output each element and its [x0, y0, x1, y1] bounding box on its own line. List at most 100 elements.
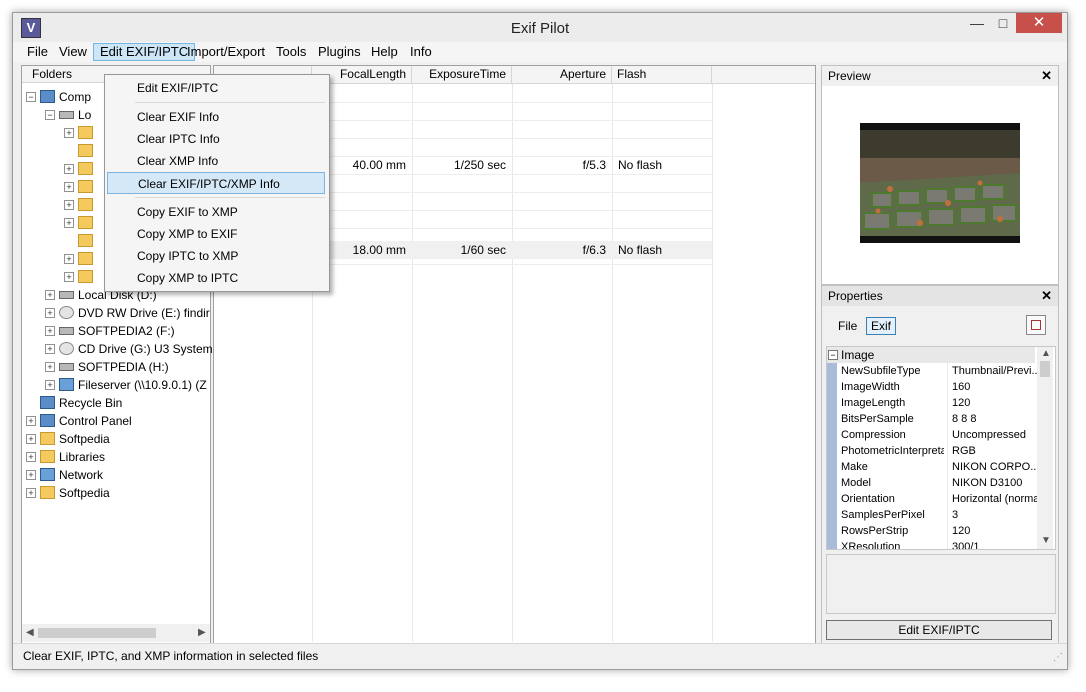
- folder-icon: [78, 252, 93, 265]
- export-icon-button[interactable]: [1026, 315, 1046, 335]
- tree-item-label: Recycle Bin: [59, 396, 123, 410]
- tree-item[interactable]: + Control Panel: [22, 412, 210, 430]
- scrollbar-thumb[interactable]: [1040, 361, 1050, 377]
- title-bar[interactable]: V Exif Pilot — □ ✕: [13, 13, 1067, 42]
- expand-icon[interactable]: +: [45, 344, 55, 354]
- property-row[interactable]: Make NIKON CORPO...: [839, 459, 1039, 475]
- property-row[interactable]: BitsPerSample 8 8 8: [839, 411, 1037, 427]
- column-header-exposuretime[interactable]: ExposureTime: [412, 66, 512, 83]
- menu-item-clear-exif[interactable]: Clear EXIF Info: [107, 106, 325, 128]
- menu-file[interactable]: File: [21, 44, 54, 60]
- monitor-icon: [40, 90, 55, 103]
- expand-icon[interactable]: +: [45, 308, 55, 318]
- property-row[interactable]: XResolution 300/1: [839, 539, 1037, 549]
- property-row[interactable]: ImageLength 120: [839, 395, 1037, 411]
- property-row[interactable]: Model NIKON D3100: [839, 475, 1037, 491]
- property-key: Model: [841, 477, 871, 489]
- tree-item-label: Network: [59, 468, 104, 482]
- menu-item-edit-exif-iptc[interactable]: Edit EXIF/IPTC: [107, 77, 325, 99]
- scroll-left-icon[interactable]: ◀: [26, 627, 34, 638]
- property-row[interactable]: RowsPerStrip 120: [839, 523, 1037, 539]
- collapse-icon[interactable]: −: [26, 92, 36, 102]
- menu-import-export[interactable]: Import/Export: [181, 44, 271, 60]
- folder-icon: [78, 198, 93, 211]
- property-row[interactable]: SamplesPerPixel 3: [839, 507, 1037, 523]
- scrollbar-thumb[interactable]: [38, 628, 156, 638]
- expand-icon[interactable]: +: [45, 362, 55, 372]
- edit-exif-iptc-button[interactable]: Edit EXIF/IPTC: [826, 620, 1052, 640]
- expand-icon[interactable]: +: [64, 182, 74, 192]
- expand-icon[interactable]: +: [26, 416, 36, 426]
- monitor-icon: [40, 396, 55, 409]
- expand-icon[interactable]: +: [64, 254, 74, 264]
- file-label: File: [838, 319, 858, 333]
- expand-icon[interactable]: +: [64, 200, 74, 210]
- property-value: NIKON CORPO...: [947, 459, 1039, 475]
- minimize-button[interactable]: —: [964, 13, 990, 33]
- expand-icon[interactable]: +: [26, 488, 36, 498]
- expand-icon[interactable]: +: [26, 470, 36, 480]
- property-row[interactable]: ImageWidth 160: [839, 379, 1037, 395]
- expand-icon[interactable]: +: [45, 290, 55, 300]
- menu-item-clear-iptc[interactable]: Clear IPTC Info: [107, 128, 325, 150]
- tree-item-label: SOFTPEDIA2 (F:): [78, 324, 175, 338]
- preview-close-icon[interactable]: ✕: [1041, 66, 1052, 86]
- maximize-button[interactable]: □: [990, 13, 1016, 33]
- preview-title: Preview ✕: [822, 66, 1058, 86]
- collapse-icon[interactable]: −: [45, 110, 55, 120]
- tree-item-label: Softpedia: [59, 432, 110, 446]
- scroll-right-icon[interactable]: ▶: [198, 627, 206, 638]
- tree-item[interactable]: + Network: [22, 466, 210, 484]
- expand-icon[interactable]: +: [64, 128, 74, 138]
- resize-grip-icon[interactable]: ⋰: [1053, 652, 1063, 663]
- tree-item[interactable]: Recycle Bin: [22, 394, 210, 412]
- expand-icon[interactable]: +: [45, 326, 55, 336]
- menu-help[interactable]: Help: [365, 44, 404, 60]
- scroll-down-icon[interactable]: ▼: [1041, 535, 1051, 546]
- exif-toggle[interactable]: Exif: [866, 317, 897, 335]
- property-row[interactable]: PhotometricInterpreta RGB: [839, 443, 1037, 459]
- column-header-aperture[interactable]: Aperture: [512, 66, 612, 83]
- export-icon: [1031, 320, 1041, 330]
- tree-item[interactable]: + SOFTPEDIA (H:): [22, 358, 210, 376]
- tree-horizontal-scrollbar[interactable]: ◀ ▶: [22, 624, 210, 642]
- scroll-up-icon[interactable]: ▲: [1041, 348, 1051, 359]
- property-row[interactable]: Orientation Horizontal (normal): [839, 491, 1039, 507]
- tree-item[interactable]: + SOFTPEDIA2 (F:): [22, 322, 210, 340]
- folder-icon: [40, 486, 55, 499]
- tree-item[interactable]: + CD Drive (G:) U3 System: [22, 340, 213, 358]
- property-scrollbar[interactable]: ▲ ▼: [1037, 347, 1053, 549]
- section-image-label: Image: [841, 348, 875, 362]
- property-row[interactable]: NewSubfileType Thumbnail/Previ...: [839, 363, 1039, 379]
- menu-item-copy-exif-to-xmp[interactable]: Copy EXIF to XMP: [107, 201, 325, 223]
- menu-tools[interactable]: Tools: [270, 44, 312, 60]
- collapse-icon[interactable]: −: [828, 350, 838, 360]
- menu-info[interactable]: Info: [404, 44, 438, 60]
- expand-icon[interactable]: +: [26, 434, 36, 444]
- menu-item-copy-xmp-to-iptc[interactable]: Copy XMP to IPTC: [107, 267, 325, 289]
- expand-icon[interactable]: +: [26, 452, 36, 462]
- menu-item-copy-iptc-to-xmp[interactable]: Copy IPTC to XMP: [107, 245, 325, 267]
- expand-icon[interactable]: +: [64, 164, 74, 174]
- menu-plugins[interactable]: Plugins: [312, 44, 367, 60]
- tree-item[interactable]: + Libraries: [22, 448, 210, 466]
- column-header-flash[interactable]: Flash: [612, 66, 712, 83]
- drive-icon: [59, 327, 74, 335]
- section-image[interactable]: − Image: [827, 347, 1035, 363]
- menu-view[interactable]: View: [53, 44, 93, 60]
- tree-item[interactable]: + Softpedia: [22, 484, 210, 502]
- expand-icon[interactable]: +: [45, 380, 55, 390]
- tree-item[interactable]: + DVD RW Drive (E:) findir: [22, 304, 210, 322]
- menu-edit-exif-iptc[interactable]: Edit EXIF/IPTC: [93, 43, 196, 61]
- menu-item-clear-all[interactable]: Clear EXIF/IPTC/XMP Info: [107, 172, 325, 194]
- expand-icon[interactable]: +: [64, 272, 74, 282]
- tree-item[interactable]: + Fileserver (\\10.9.0.1) (Z: [22, 376, 210, 394]
- tree-item[interactable]: + Softpedia: [22, 430, 210, 448]
- properties-close-icon[interactable]: ✕: [1041, 286, 1052, 306]
- menu-item-copy-xmp-to-exif[interactable]: Copy XMP to EXIF: [107, 223, 325, 245]
- property-row[interactable]: Compression Uncompressed: [839, 427, 1037, 443]
- close-button[interactable]: ✕: [1016, 13, 1062, 33]
- menu-item-clear-xmp[interactable]: Clear XMP Info: [107, 150, 325, 172]
- property-key: Compression: [841, 429, 906, 441]
- expand-icon[interactable]: +: [64, 218, 74, 228]
